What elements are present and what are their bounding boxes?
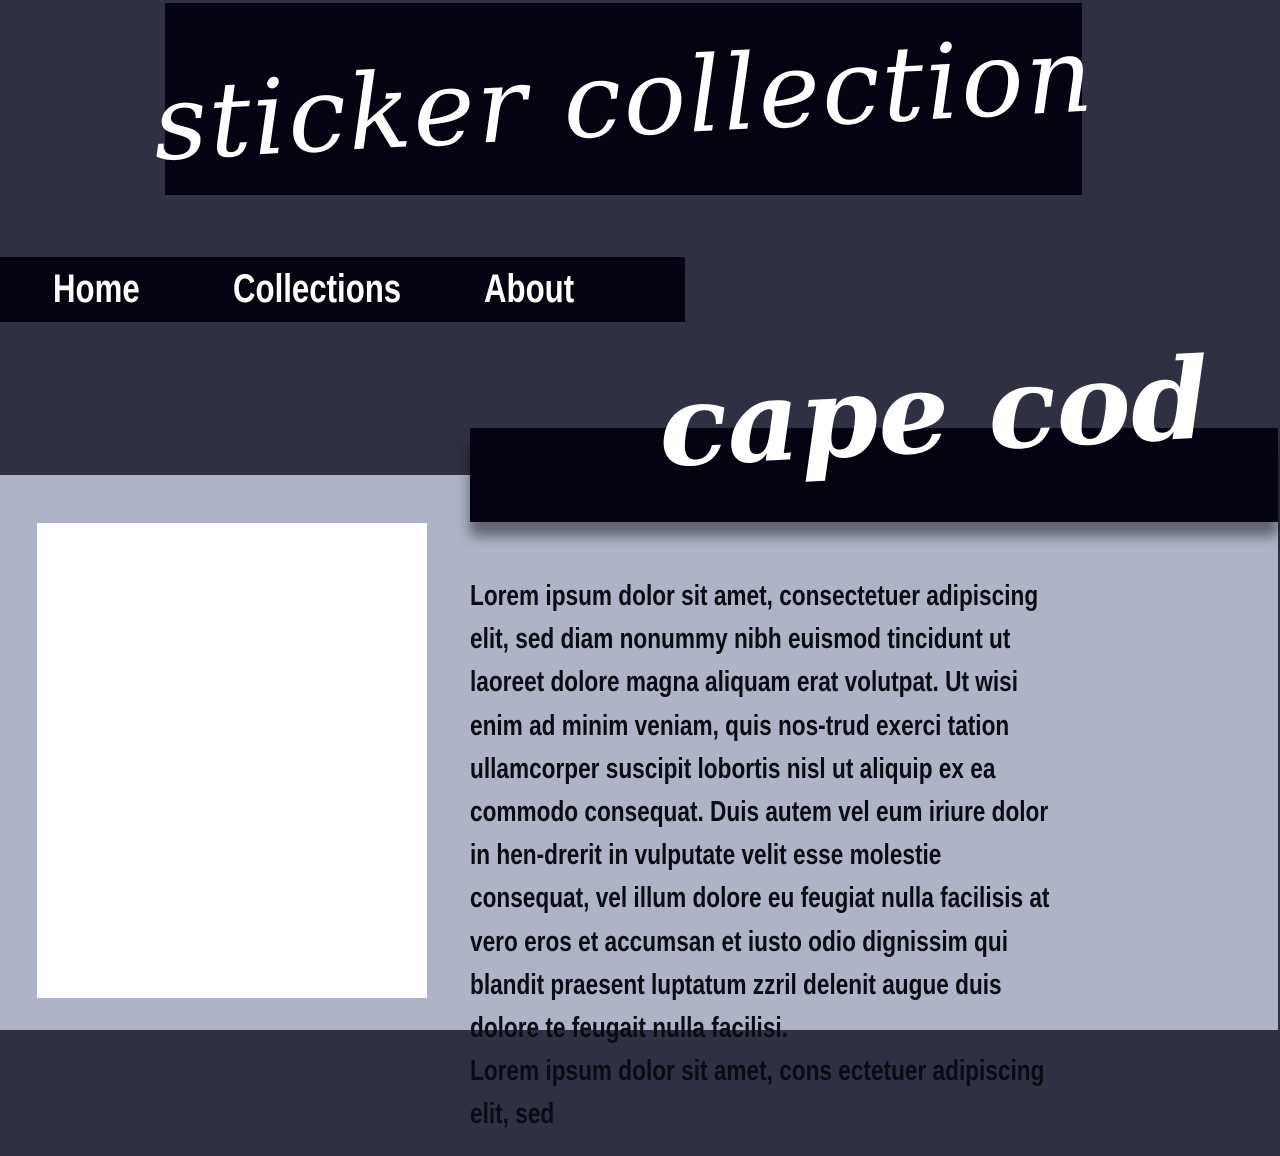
collection-title: cape cod: [655, 333, 1213, 493]
description-paragraph: Lorem ipsum dolor sit amet, cons ectetue…: [470, 1055, 1045, 1131]
description-paragraph: Lorem ipsum dolor sit amet, consectetuer…: [470, 580, 1050, 1045]
nav-collections-link[interactable]: Collections: [233, 257, 401, 322]
collection-description: Lorem ipsum dolor sit amet, consectetuer…: [470, 575, 1063, 1137]
nav-about-link[interactable]: About: [484, 257, 574, 322]
main-nav: Home Collections About: [0, 257, 685, 322]
site-title: sticker collection: [150, 13, 1097, 185]
site-header: sticker collection: [150, 3, 1097, 195]
nav-home-link[interactable]: Home: [53, 257, 140, 322]
collection-image-placeholder: [37, 523, 427, 998]
